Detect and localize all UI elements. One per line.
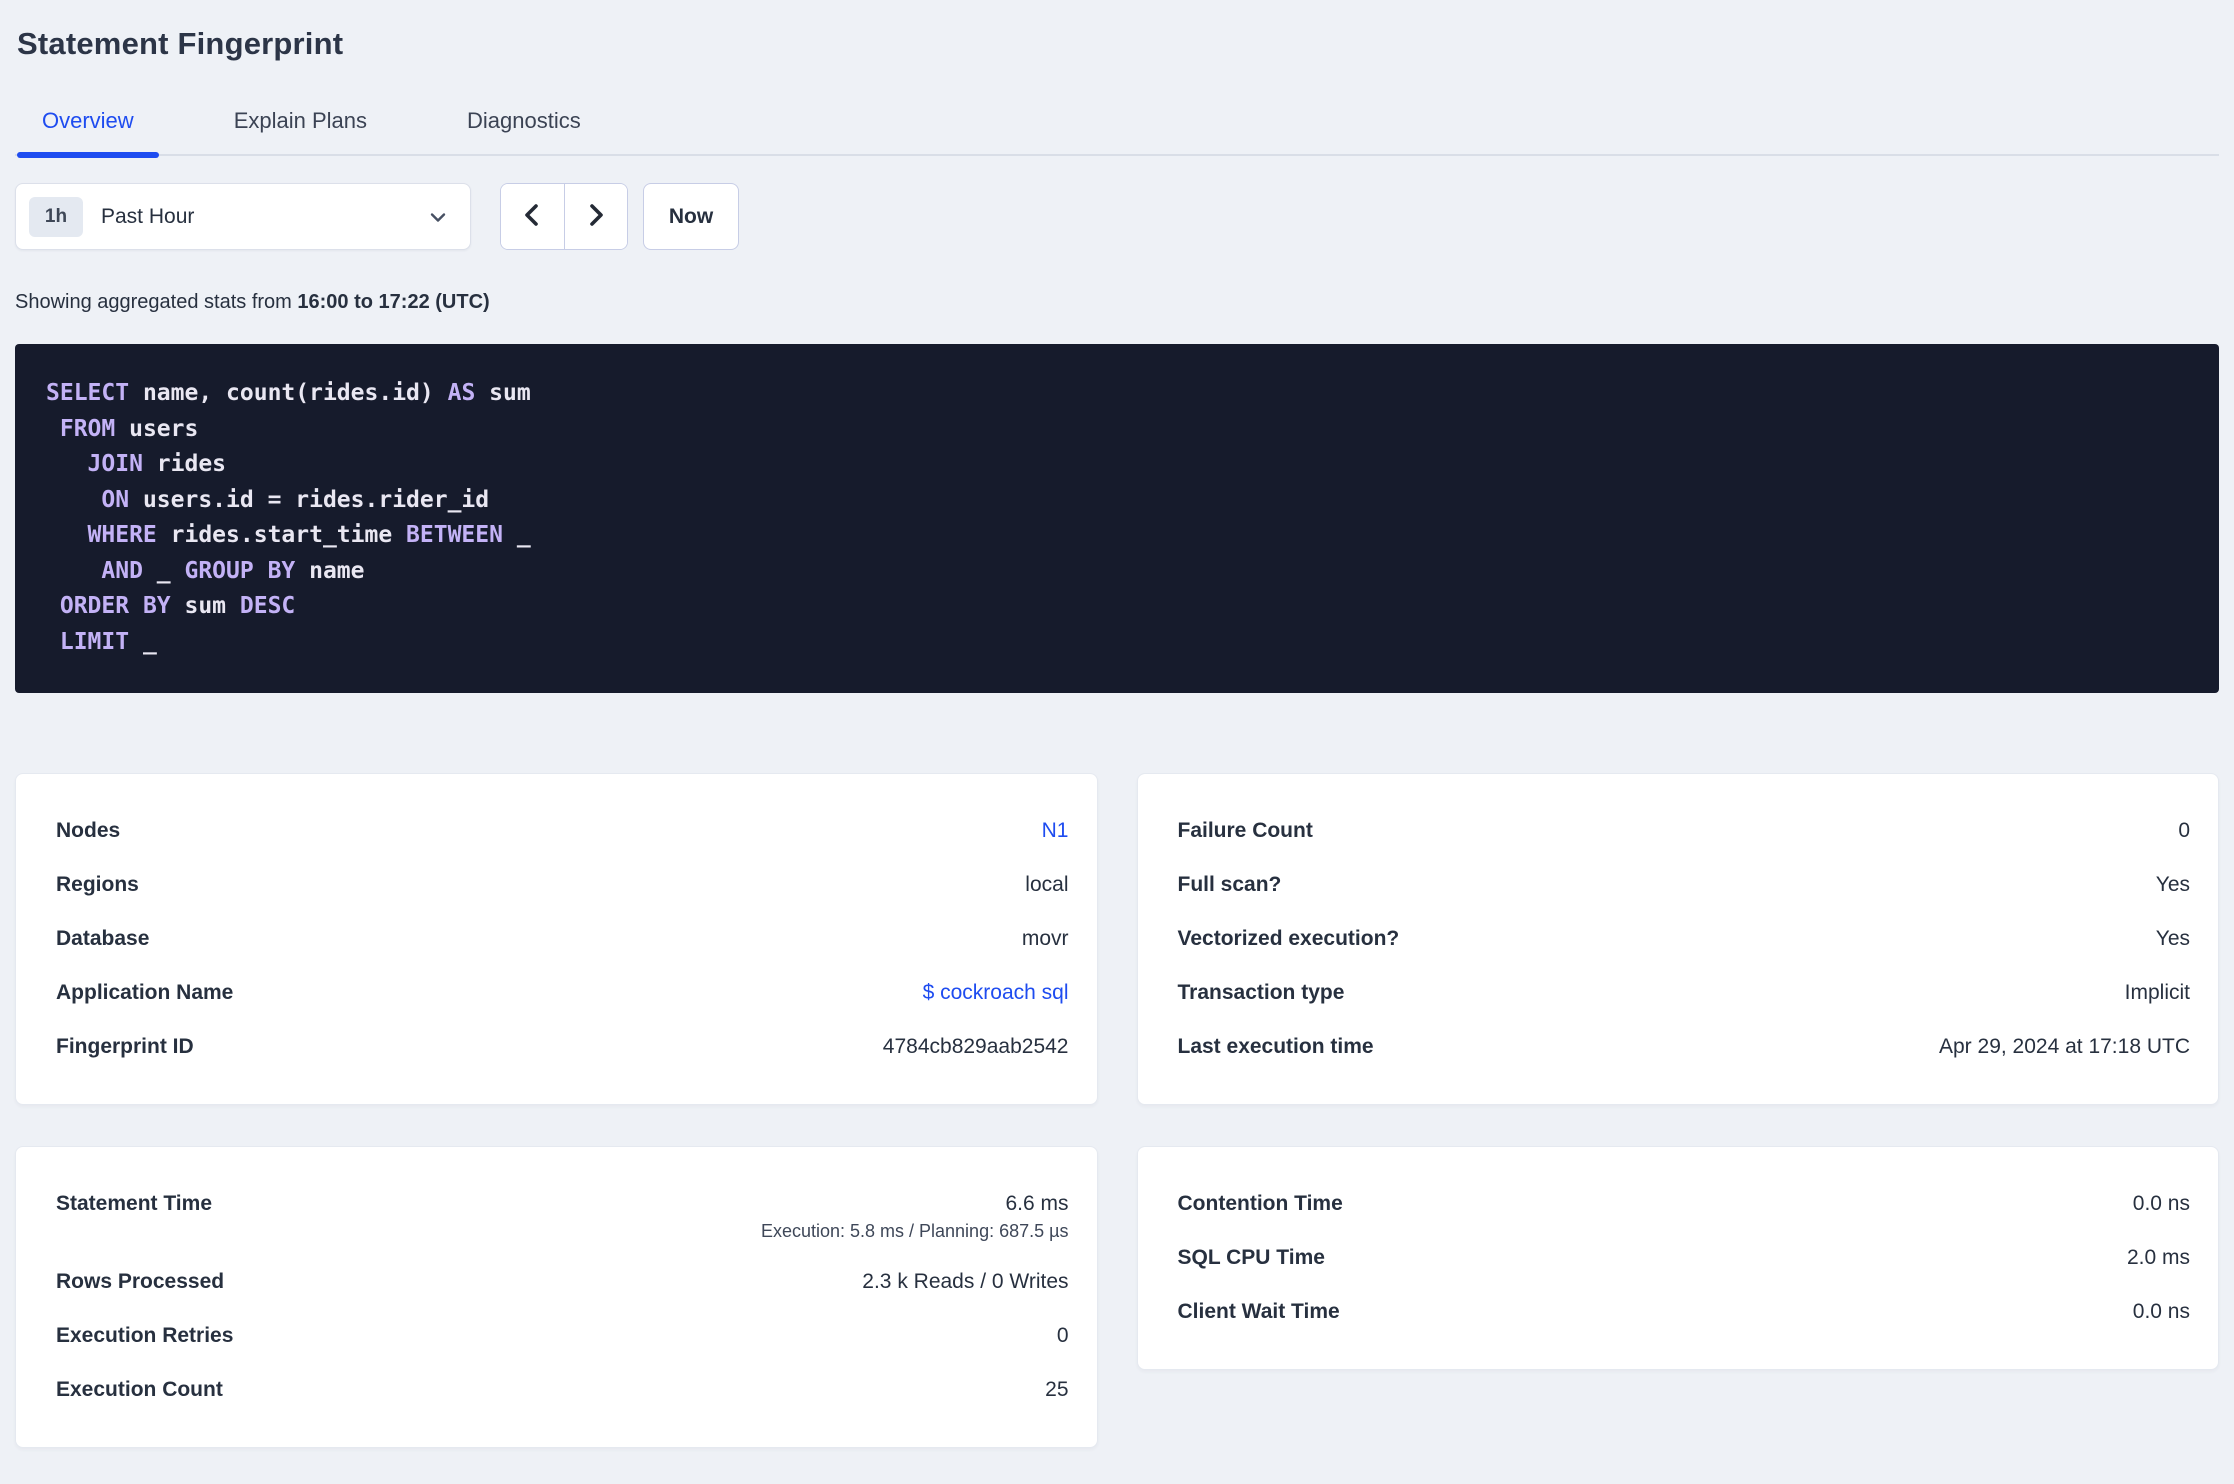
row-label: SQL CPU Time: [1177, 1246, 1325, 1269]
row-label: Regions: [56, 873, 139, 896]
timing-card-left: Statement Time 6.6 ms Execution: 5.8 ms / …: [15, 1146, 1098, 1448]
time-range-label: Past Hour: [101, 204, 195, 228]
now-button[interactable]: Now: [643, 183, 739, 250]
row-label: Last execution time: [1177, 1035, 1374, 1058]
sql-line: ORDER BY sum DESC: [59, 593, 296, 619]
sql-line: SELECT name, count(rides.id) AS sum: [46, 380, 531, 406]
info-row: Transaction type Implicit: [1178, 966, 2191, 1020]
tab-explain-plans[interactable]: Explain Plans: [209, 107, 392, 154]
info-row: Last execution time Apr 29, 2024 at 17:18…: [1178, 1020, 2191, 1074]
info-row: Database movr: [56, 912, 1069, 966]
row-value: local: [1025, 873, 1069, 896]
next-time-window-button[interactable]: [564, 184, 627, 249]
time-range-dropdown[interactable]: 1h Past Hour: [15, 183, 471, 250]
row-label: Execution Retries: [56, 1324, 234, 1347]
chevron-left-icon: [519, 200, 545, 233]
aggregated-stats-caption: Showing aggregated stats from 16:00 to 1…: [15, 291, 2219, 314]
timing-card-right: Contention Time 0.0 ns SQL CPU Time 2.0 ms C…: [1136, 1146, 2219, 1370]
row-value: 6.6 ms: [1005, 1192, 1069, 1215]
sql-line: ON users.id = rides.rider_id: [101, 486, 490, 513]
row-value: 25: [1045, 1378, 1069, 1401]
sql-line: AND _ GROUP BY name: [101, 557, 365, 584]
info-row: Fingerprint ID 4784cb829aab2542: [56, 1020, 1069, 1074]
row-value: Yes: [2155, 927, 2190, 950]
info-row: Execution Retries 0: [56, 1309, 1069, 1363]
sql-line: LIMIT _: [59, 628, 157, 655]
info-row: Client Wait Time 0.0 ns: [1178, 1285, 2191, 1339]
info-row: Execution Count 25: [56, 1363, 1069, 1417]
row-value: Yes: [2155, 873, 2190, 896]
stats-caption-range: 16:00 to 17:22 (UTC): [297, 291, 490, 313]
info-row: SQL CPU Time 2.0 ms: [1178, 1231, 2191, 1285]
row-value-link[interactable]: N1: [1042, 819, 1069, 843]
tab-overview[interactable]: Overview: [17, 107, 159, 158]
details-cards-grid: Nodes N1 Regions local Database movr Applicati…: [15, 773, 2219, 1448]
duration-badge: 1h: [29, 196, 83, 237]
statement-fingerprint-page: Statement Fingerprint Overview Explain P…: [0, 26, 2234, 1448]
info-row: Nodes N1: [56, 804, 1069, 858]
page-title: Statement Fingerprint: [17, 26, 344, 61]
row-value: Apr 29, 2024 at 17:18 UTC: [1939, 1035, 2190, 1058]
tab-diagnostics[interactable]: Diagnostics: [442, 107, 606, 154]
time-window-stepper: [500, 183, 628, 250]
row-value: 2.0 ms: [2126, 1246, 2190, 1269]
info-row: Rows Processed 2.3 k Reads / 0 Writes: [56, 1255, 1069, 1309]
row-value: movr: [1021, 927, 1069, 950]
row-label: Application Name: [56, 981, 234, 1004]
row-label: Fingerprint ID: [56, 1035, 194, 1058]
tab-bar: Overview Explain Plans Diagnostics: [15, 107, 2219, 158]
row-value: 0.0 ns: [2132, 1300, 2190, 1323]
row-value-link[interactable]: $ cockroach sql: [923, 981, 1069, 1005]
chevron-right-icon: [583, 200, 609, 233]
prev-time-window-button[interactable]: [501, 184, 565, 249]
row-label: Client Wait Time: [1177, 1300, 1340, 1323]
chevron-down-icon: [426, 205, 450, 229]
sql-line: FROM users: [59, 415, 199, 442]
overview-card-right: Failure Count 0 Full scan? Yes Vectorized ex…: [1136, 773, 2219, 1105]
row-label: Failure Count: [1177, 819, 1313, 842]
time-toolbar: 1h Past Hour Now: [15, 183, 2219, 250]
sql-line: WHERE rides.start_time BETWEEN _: [87, 522, 531, 548]
row-value: 2.3 k Reads / 0 Writes: [862, 1270, 1069, 1293]
row-value: 0.0 ns: [2132, 1192, 2190, 1215]
info-row: Application Name $ cockroach sql: [56, 966, 1069, 1020]
stats-caption-prefix: Showing aggregated stats from: [15, 291, 298, 313]
row-label: Vectorized execution?: [1177, 927, 1400, 950]
row-label: Full scan?: [1177, 873, 1282, 896]
overview-card-left: Nodes N1 Regions local Database movr Applicati…: [15, 773, 1098, 1105]
row-label: Rows Processed: [56, 1270, 225, 1293]
row-label: Database: [56, 927, 150, 950]
row-label: Statement Time: [56, 1192, 212, 1215]
row-value: 0: [1056, 1324, 1069, 1347]
sql-line: JOIN rides: [87, 451, 227, 477]
row-label: Contention Time: [1177, 1192, 1343, 1215]
row-label: Nodes: [56, 819, 121, 842]
info-row: Failure Count 0: [1178, 804, 2191, 858]
row-label: Transaction type: [1177, 981, 1345, 1004]
sql-statement-box: SELECT name, count(rides.id) AS sum FROM…: [15, 344, 2219, 693]
row-value: Implicit: [2124, 981, 2190, 1004]
row-value: 4784cb829aab2542: [882, 1035, 1069, 1058]
info-row: Contention Time 0.0 ns: [1178, 1177, 2191, 1231]
row-label: Execution Count: [56, 1378, 223, 1401]
sql-code: SELECT name, count(rides.id) AS sum FROM…: [46, 376, 2189, 660]
info-row: Full scan? Yes: [1178, 858, 2191, 912]
info-row: Regions local: [56, 858, 1069, 912]
info-row: Vectorized execution? Yes: [1178, 912, 2191, 966]
row-subvalue: Execution: 5.8 ms / Planning: 687.5 µs: [760, 1221, 1069, 1241]
row-value: 0: [2178, 819, 2190, 842]
